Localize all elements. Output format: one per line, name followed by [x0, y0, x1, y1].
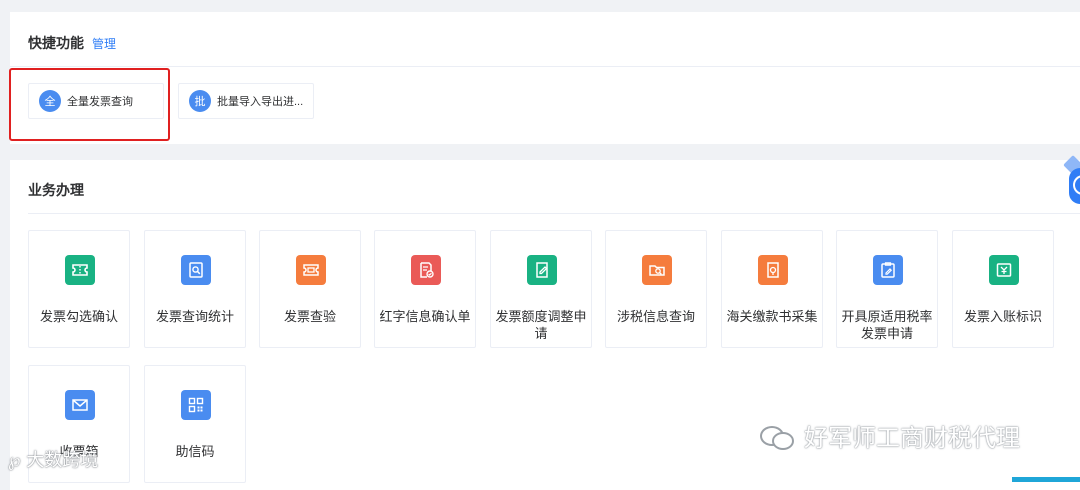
manage-link[interactable]: 管理	[92, 35, 116, 52]
card-label: 红字信息确认单	[379, 309, 471, 324]
floating-service-button[interactable]	[1069, 168, 1080, 204]
business-title: 业务办理	[28, 182, 84, 198]
quick-item-batch-import-export[interactable]: 批 批量导入导出进...	[178, 83, 314, 119]
quick-functions-panel: 快捷功能 管理	[10, 12, 1080, 144]
document-check-icon	[411, 255, 441, 285]
card-invoice-select-confirm[interactable]: 发票勾选确认	[28, 230, 130, 348]
headset-icon	[1073, 175, 1080, 195]
card-invoice-quota-adjust[interactable]: 发票额度调整申请	[490, 230, 592, 348]
card-invoice-verify[interactable]: 发票查验	[259, 230, 361, 348]
card-label: 发票入账标识	[963, 309, 1042, 324]
quick-functions-title: 快捷功能	[28, 35, 84, 51]
ticket-icon	[65, 255, 95, 285]
card-label: 开具原适用税率发票申请	[841, 309, 933, 341]
logo-icon: ℘	[8, 450, 21, 471]
card-label: 发票查询统计	[155, 309, 234, 324]
quick-item-label: 全量发票查询	[67, 96, 133, 108]
search-document-icon	[181, 255, 211, 285]
card-label: 发票额度调整申请	[495, 309, 587, 341]
search-folder-icon	[642, 255, 672, 285]
card-customs-payment-collect[interactable]: 海关缴款书采集	[721, 230, 823, 348]
card-label: 发票勾选确认	[39, 309, 118, 324]
quick-item-label: 批量导入导出进...	[217, 96, 304, 108]
divider	[28, 213, 1080, 214]
card-label: 发票查验	[283, 309, 336, 324]
card-tax-info-query[interactable]: 涉税信息查询	[605, 230, 707, 348]
divider	[10, 66, 1080, 67]
qr-code-icon	[181, 390, 211, 420]
card-assist-code[interactable]: 助信码	[144, 365, 246, 483]
card-label: 海关缴款书采集	[726, 309, 818, 324]
clipboard-edit-icon	[873, 255, 903, 285]
card-invoice-booking-mark[interactable]: 发票入账标识	[952, 230, 1054, 348]
quick-item-badge: 批	[189, 90, 211, 112]
watermark-left: ℘ 大数跨境	[8, 446, 98, 472]
watermark-left-text: 大数跨境	[26, 450, 99, 471]
mail-icon	[65, 390, 95, 420]
quick-item-full-invoice-query[interactable]: 全 全量发票查询	[28, 83, 164, 119]
edit-document-icon	[527, 255, 557, 285]
card-invoice-query-stats[interactable]: 发票查询统计	[144, 230, 246, 348]
wechat-icon	[760, 426, 794, 450]
card-label: 助信码	[175, 444, 215, 459]
upload-document-icon	[758, 255, 788, 285]
corner-strip	[1012, 477, 1080, 482]
ticket-verify-icon	[296, 255, 326, 285]
card-red-info-confirm[interactable]: 红字信息确认单	[374, 230, 476, 348]
card-label: 涉税信息查询	[616, 309, 695, 324]
watermark-right: 好军师工商财税代理	[760, 418, 1020, 453]
watermark-right-text: 好军师工商财税代理	[804, 424, 1020, 452]
quick-item-badge: 全	[39, 90, 61, 112]
card-original-tax-rate-invoice-apply[interactable]: 开具原适用税率发票申请	[836, 230, 938, 348]
ledger-icon	[989, 255, 1019, 285]
